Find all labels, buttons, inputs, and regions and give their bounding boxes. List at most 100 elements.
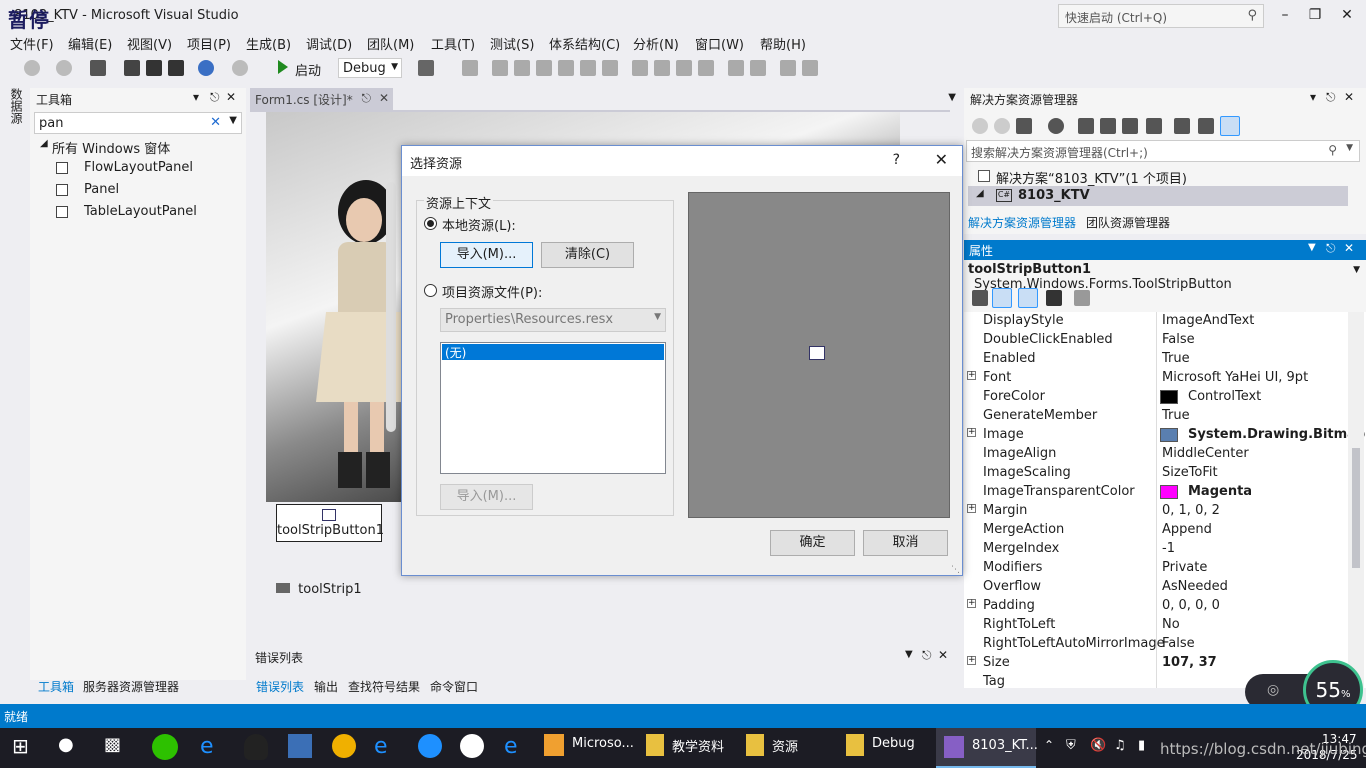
property-value[interactable]: SizeToFit	[1162, 465, 1218, 480]
forward-icon[interactable]	[994, 118, 1010, 134]
ie-icon[interactable]: e	[374, 734, 402, 762]
folder-icon[interactable]	[646, 734, 664, 756]
mic-icon[interactable]: ♫	[1114, 738, 1126, 753]
expand-icon[interactable]: +	[967, 656, 976, 665]
vspace-icon[interactable]	[750, 60, 766, 76]
chevron-down-icon[interactable]: ▼	[1346, 143, 1353, 153]
align-bottom-icon[interactable]	[602, 60, 618, 76]
dropdown-icon[interactable]: ▾	[1310, 90, 1316, 104]
shield-icon[interactable]: ⛨	[1066, 738, 1076, 753]
align-right-icon[interactable]	[536, 60, 552, 76]
minimize-button[interactable]: –	[1270, 4, 1300, 28]
property-row[interactable]: DisplayStyle ImageAndText	[964, 312, 1348, 331]
undo-icon[interactable]	[198, 60, 214, 76]
align-top-icon[interactable]	[558, 60, 574, 76]
expand-icon[interactable]: +	[967, 599, 976, 608]
task-app-active[interactable]: 8103_KT...	[936, 728, 1038, 768]
align-center-icon[interactable]	[514, 60, 530, 76]
bring-front-icon[interactable]	[780, 60, 796, 76]
new-project-icon[interactable]	[90, 60, 106, 76]
property-row[interactable]: RightToLeft No	[964, 616, 1348, 635]
tab-output[interactable]: 输出	[314, 678, 338, 695]
property-row[interactable]: ForeColor ControlText	[964, 388, 1348, 407]
tab-form1-design[interactable]: Form1.cs [设计]* ⎋ ✕	[250, 88, 393, 110]
chevron-down-icon[interactable]: ▼	[229, 115, 237, 126]
toolbox-item-panel[interactable]: Panel	[84, 182, 119, 197]
tab-command-window[interactable]: 命令窗口	[430, 678, 478, 695]
properties-scrollbar[interactable]	[1348, 312, 1364, 688]
task-app-2[interactable]: 教学资料	[672, 736, 724, 760]
property-row[interactable]: + Font Microsoft YaHei UI, 9pt	[964, 369, 1348, 388]
property-value[interactable]: 0, 1, 0, 2	[1162, 503, 1220, 518]
start-icon[interactable]	[278, 60, 288, 74]
same-height-icon[interactable]	[654, 60, 670, 76]
close-window-button[interactable]: ✕	[1332, 4, 1362, 28]
component-tray-item[interactable]: toolStrip1	[276, 582, 362, 597]
task-app-3[interactable]: 资源	[772, 736, 798, 760]
dialog-close-button[interactable]: ✕	[935, 150, 948, 169]
tab-error-list[interactable]: 错误列表	[256, 678, 304, 695]
tray-chevron-icon[interactable]: ⌃	[1044, 738, 1054, 752]
dropdown-icon[interactable]: ▼	[1308, 242, 1316, 253]
task-app-1[interactable]: Microso...	[572, 736, 634, 760]
solution-search-input[interactable]: 搜索解决方案资源管理器(Ctrl+;) ⚲ ▼	[966, 140, 1360, 162]
property-row[interactable]: Modifiers Private	[964, 559, 1348, 578]
property-value[interactable]: False	[1162, 332, 1195, 347]
refresh-icon[interactable]	[1100, 118, 1116, 134]
menu-project[interactable]: 项目(P)	[187, 34, 231, 53]
menu-window[interactable]: 窗口(W)	[695, 34, 744, 53]
toolbox-item-flowlayoutpanel[interactable]: FlowLayoutPanel	[84, 160, 193, 175]
property-row[interactable]: + Image System.Drawing.Bitmap	[964, 426, 1365, 445]
collapse-all-icon[interactable]	[1122, 118, 1138, 134]
save-all-icon[interactable]	[168, 60, 184, 76]
property-value[interactable]: ControlText	[1188, 389, 1261, 404]
browser-360-icon[interactable]	[332, 734, 356, 758]
pin-icon[interactable]: ⎋	[1326, 90, 1336, 105]
property-row[interactable]: Overflow AsNeeded	[964, 578, 1348, 597]
close-icon[interactable]: ✕	[226, 90, 236, 104]
send-back-icon[interactable]	[802, 60, 818, 76]
close-icon[interactable]: ✕	[1344, 90, 1354, 104]
expand-icon[interactable]: +	[967, 371, 976, 380]
local-resource-radio[interactable]	[424, 217, 437, 230]
size-to-grid-icon[interactable]	[698, 60, 714, 76]
property-value[interactable]: AsNeeded	[1162, 579, 1228, 594]
attach-icon[interactable]	[418, 60, 434, 76]
close-icon[interactable]: ✕	[938, 648, 948, 662]
resize-grip-icon[interactable]: ⋱	[951, 565, 960, 575]
property-row[interactable]: RightToLeftAutoMirrorImage False	[964, 635, 1348, 654]
windows-start-icon[interactable]: ⊞	[12, 734, 40, 762]
tab-find-symbol[interactable]: 查找符号结果	[348, 678, 420, 695]
toolstrip-button[interactable]: toolStripButton1	[276, 504, 384, 542]
folder-icon[interactable]	[746, 734, 764, 756]
close-icon[interactable]: ✕	[379, 91, 389, 105]
task-app-4[interactable]: Debug	[872, 736, 915, 760]
tab-toolbox[interactable]: 工具箱	[38, 678, 74, 695]
property-row[interactable]: + Padding 0, 0, 0, 0	[964, 597, 1348, 616]
property-value[interactable]: Magenta	[1188, 484, 1252, 499]
events-icon[interactable]	[1046, 290, 1062, 306]
property-row[interactable]: ImageTransparentColor Magenta	[964, 483, 1348, 502]
import-button[interactable]: 导入(M)...	[440, 242, 533, 268]
clear-button[interactable]: 清除(C)	[541, 242, 634, 268]
expand-arrow-icon[interactable]: ◢	[40, 138, 48, 149]
property-row[interactable]: MergeIndex -1	[964, 540, 1348, 559]
same-size-icon[interactable]	[676, 60, 692, 76]
save-icon[interactable]	[146, 60, 162, 76]
tab-solution-explorer[interactable]: 解决方案资源管理器	[968, 214, 1076, 231]
data-sources-tab[interactable]: 数据源	[8, 88, 25, 124]
tab-team-explorer[interactable]: 团队资源管理器	[1086, 214, 1170, 231]
menu-help[interactable]: 帮助(H)	[760, 34, 806, 53]
pin-icon[interactable]: ⎋	[922, 648, 932, 663]
hspace-icon[interactable]	[728, 60, 744, 76]
property-row[interactable]: Enabled True	[964, 350, 1348, 369]
property-value[interactable]: Append	[1162, 522, 1212, 537]
back-icon[interactable]	[972, 118, 988, 134]
app-icon[interactable]	[288, 734, 312, 758]
pending-changes-icon[interactable]	[1078, 118, 1094, 134]
toolbox-group[interactable]: 所有 Windows 窗体	[52, 138, 170, 157]
search-app-icon[interactable]	[460, 734, 484, 758]
preview-selected-icon[interactable]	[1220, 116, 1240, 136]
align-left-icon[interactable]	[492, 60, 508, 76]
menu-view[interactable]: 视图(V)	[127, 34, 172, 53]
